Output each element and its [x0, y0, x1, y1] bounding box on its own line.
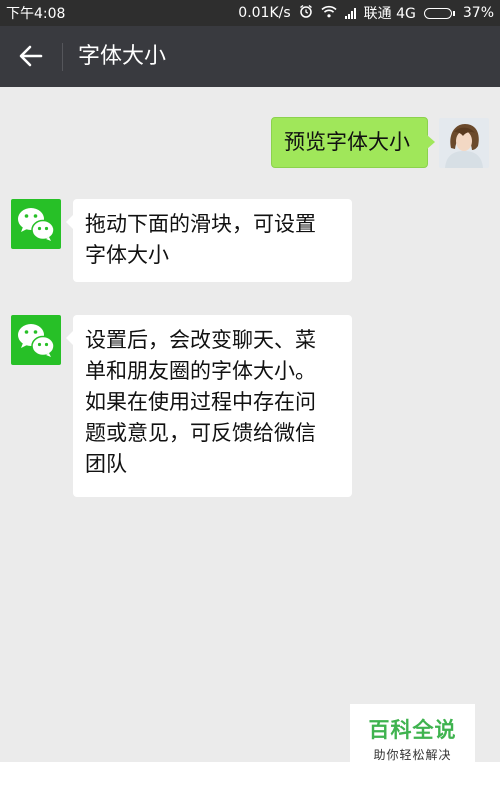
- arrow-left-icon: [19, 45, 43, 67]
- user-message-bubble: 预览字体大小: [271, 117, 435, 168]
- status-time: 下午4:08: [6, 6, 66, 22]
- message-line: 拖动下面的滑块，可设置: [85, 212, 316, 236]
- status-bar: 下午4:08 0.01K/s 联通 4G 37%: [0, 0, 500, 26]
- carrier-label: 联通 4G: [363, 6, 416, 22]
- battery-percent: 37%: [462, 5, 494, 21]
- wechat-avatar[interactable]: [11, 315, 61, 365]
- wechat-icon: [18, 324, 55, 357]
- title-bar: 字体大小: [0, 26, 500, 87]
- message-line: 如果在使用过程中存在问: [85, 390, 316, 414]
- wifi-icon: [321, 5, 337, 22]
- message-line: 设置后，会改变聊天、菜: [85, 328, 316, 352]
- battery-icon: [423, 7, 455, 19]
- watermark-title: 百科全说: [368, 718, 457, 742]
- message-line: 字体大小: [85, 243, 169, 267]
- watermark-logo: 百科全说 助你轻松解决: [350, 704, 475, 766]
- wechat-message-bubble: 设置后，会改变聊天、菜 单和朋友圈的字体大小。 如果在使用过程中存在问 题或意见…: [66, 315, 352, 497]
- wechat-message-bubble: 拖动下面的滑块，可设置 字体大小: [66, 199, 352, 282]
- status-indicators: 0.01K/s 联通 4G 37%: [238, 3, 494, 23]
- message-line: 单和朋友圈的字体大小。: [85, 359, 316, 383]
- back-button[interactable]: [8, 36, 54, 76]
- alarm-icon: [299, 4, 313, 22]
- wechat-avatar[interactable]: [11, 199, 61, 249]
- network-speed: 0.01K/s: [238, 5, 291, 21]
- bottom-panel: [0, 762, 500, 790]
- user-avatar[interactable]: [439, 118, 489, 168]
- wechat-icon: [18, 208, 55, 241]
- signal-icon: [344, 7, 356, 19]
- message-line: 题或意见，可反馈给微信: [85, 421, 316, 445]
- page-title: 字体大小: [78, 44, 167, 69]
- title-divider: [62, 43, 63, 71]
- message-text: 预览字体大小: [284, 130, 410, 154]
- watermark-subtitle: 助你轻松解决: [373, 748, 452, 762]
- message-line: 团队: [85, 452, 127, 476]
